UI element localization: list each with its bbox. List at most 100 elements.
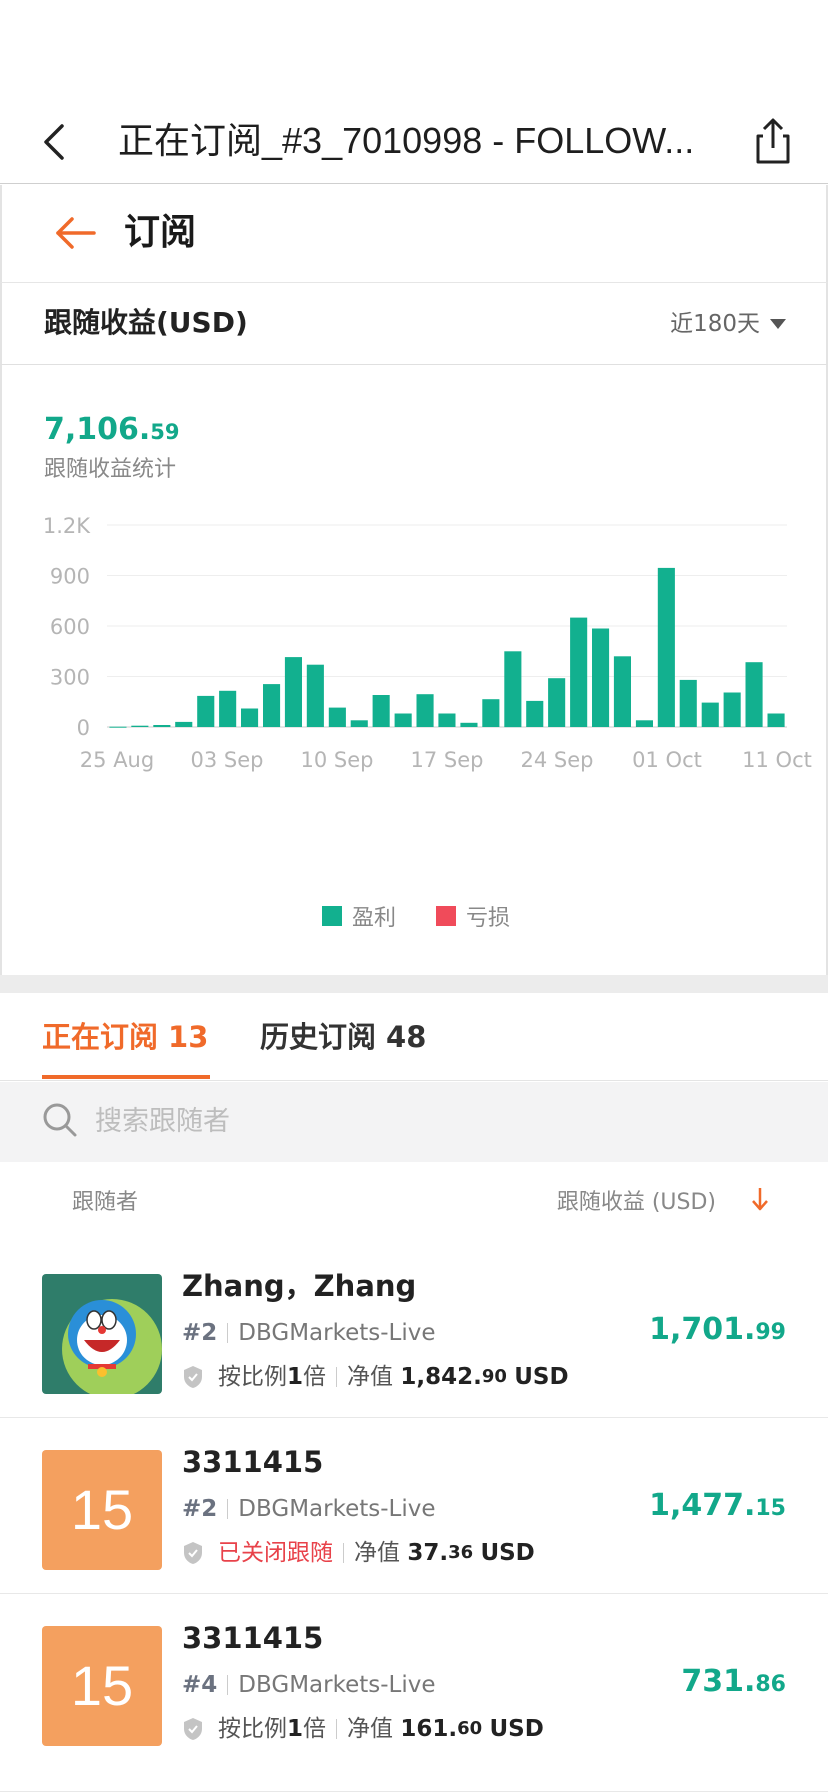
follower-row[interactable]: 15 3311415 #4 DBGMarkets-Live 按比例 1 倍 净值 1… <box>0 1594 828 1792</box>
chart-bar[interactable] <box>241 708 259 728</box>
chart-bar[interactable] <box>701 702 719 727</box>
chart-bar[interactable] <box>570 617 588 727</box>
earnings-main: 1,477. <box>649 1488 756 1523</box>
chart-bar[interactable] <box>350 720 368 727</box>
tab-active-subscriptions[interactable]: 正在订阅 13 <box>42 1017 208 1057</box>
sort-down-icon[interactable] <box>748 1184 772 1214</box>
legend-label-loss: 亏损 <box>466 906 511 931</box>
y-tick-label: 1.2K <box>43 515 91 538</box>
copy-info: 按比例 1 倍 净值 1,842. 90 USD <box>182 1360 569 1394</box>
subscription-tabs: 正在订阅 13 历史订阅 48 <box>0 993 828 1081</box>
chart-bar[interactable] <box>438 713 456 728</box>
chart-bar[interactable] <box>394 713 412 728</box>
search-input[interactable]: 搜索跟随者 <box>95 1102 230 1142</box>
copy-mode-prefix: 按比例 <box>218 1716 287 1742</box>
chart-bar[interactable] <box>548 678 566 727</box>
copy-mode-suffix: 倍 <box>303 1364 327 1390</box>
x-tick-label: 24 Sep <box>521 748 594 772</box>
chart-bar[interactable] <box>131 725 149 727</box>
chevron-left-icon[interactable] <box>34 120 78 164</box>
chart-bar[interactable] <box>767 713 785 728</box>
avatar: 15 <box>42 1450 162 1570</box>
total-earnings-decimal: 59 <box>150 420 180 444</box>
y-tick-label: 0 <box>77 716 90 740</box>
total-earnings: 7,106.59 <box>44 410 180 452</box>
chart-bar[interactable] <box>723 692 741 728</box>
equity-decimal: 36 <box>448 1542 474 1563</box>
chart-bar[interactable] <box>745 662 763 727</box>
chart-bar[interactable] <box>284 657 302 727</box>
share-icon[interactable] <box>748 116 798 166</box>
chart-bar[interactable] <box>526 700 544 727</box>
range-dropdown[interactable]: 近180天 <box>670 307 786 341</box>
divider <box>227 1675 229 1695</box>
divider <box>336 1719 338 1739</box>
x-tick-label: 25 Aug <box>80 748 154 772</box>
arrow-left-icon[interactable] <box>52 213 100 253</box>
y-tick-label: 900 <box>50 565 90 589</box>
copy-info: 已关闭跟随 净值 37. 36 USD <box>182 1536 535 1570</box>
earnings-main: 1,701. <box>649 1312 756 1347</box>
x-tick-label: 17 Sep <box>411 748 484 772</box>
earnings-bar-chart: 0 300 600 900 1.2K 25 Aug 03 Sep 10 Sep 17 Sep 24… <box>43 515 812 772</box>
shield-icon <box>184 1366 202 1388</box>
follower-name: Zhang，Zhang <box>182 1269 417 1303</box>
avatar <box>42 1274 162 1394</box>
equity-label: 净值 <box>354 1540 400 1566</box>
follower-row[interactable]: Zhang，Zhang #2 DBGMarkets-Live 按比例 1 倍 净值 … <box>0 1242 828 1418</box>
list-header: 跟随者 跟随收益 (USD) <box>0 1162 828 1242</box>
legend-label-profit: 盈利 <box>351 906 396 931</box>
x-tick-label: 11 Oct <box>742 748 812 772</box>
chart-bar[interactable] <box>372 695 390 727</box>
chart-bar[interactable] <box>219 690 237 727</box>
caret-down-icon <box>770 319 786 329</box>
chart-bar[interactable] <box>613 656 631 727</box>
y-tick-label: 600 <box>50 615 90 639</box>
chart-bar[interactable] <box>657 567 675 727</box>
server-name: DBGMarkets-Live <box>238 1320 436 1346</box>
chart-bar[interactable] <box>328 707 346 727</box>
chart-bar[interactable] <box>109 726 127 728</box>
chart-bar[interactable] <box>679 679 697 727</box>
chart-bar[interactable] <box>592 628 610 728</box>
x-tick-label: 10 Sep <box>301 748 374 772</box>
account-rank: #2 <box>182 1496 218 1522</box>
earnings-label: 跟随收益(USD) <box>44 306 248 339</box>
copy-closed-status: 已关闭跟随 <box>218 1540 333 1566</box>
search-bar[interactable]: 搜索跟随者 <box>0 1082 828 1162</box>
copy-info: 按比例 1 倍 净值 161. 60 USD <box>182 1712 544 1746</box>
earnings-decimal: 86 <box>755 1672 786 1697</box>
account-rank: #2 <box>182 1320 218 1346</box>
column-earnings[interactable]: 跟随收益 (USD) <box>557 1184 716 1216</box>
section-divider <box>0 975 828 993</box>
chart-bar[interactable] <box>635 720 653 727</box>
chart-bar[interactable] <box>153 725 171 727</box>
equity-unit: USD <box>489 1716 544 1742</box>
divider <box>336 1367 338 1387</box>
earnings-chart-card: 7,106.59 跟随收益统计 0 300 600 900 1.2K 25 Aug 03 S… <box>0 365 828 975</box>
equity-decimal: 90 <box>481 1366 507 1387</box>
legend-item-profit: 盈利 <box>321 900 396 932</box>
y-tick-label: 300 <box>50 666 90 690</box>
chart-bar[interactable] <box>306 664 324 727</box>
x-tick-label: 01 Oct <box>632 748 702 772</box>
follower-row[interactable]: 15 3311415 #2 DBGMarkets-Live 已关闭跟随 净值 3… <box>0 1418 828 1594</box>
chart-bar[interactable] <box>197 695 215 727</box>
chart-bar[interactable] <box>263 684 281 727</box>
column-follower: 跟随者 <box>72 1190 139 1215</box>
divider <box>227 1499 229 1519</box>
page-title: 正在订阅_#3_7010998 - FOLLOW... <box>118 120 695 161</box>
tab-history-subscriptions[interactable]: 历史订阅 48 <box>260 1017 426 1057</box>
chart-bar[interactable] <box>482 699 500 727</box>
avatar: 15 <box>42 1626 162 1746</box>
chart-bar[interactable] <box>504 651 522 728</box>
equity-label: 净值 <box>347 1364 394 1390</box>
earnings-main: 731. <box>681 1664 756 1699</box>
chart-bar[interactable] <box>460 722 478 727</box>
follower-earnings: 1,477.15 <box>649 1486 786 1529</box>
chart-bar[interactable] <box>175 721 193 727</box>
follower-earnings: 731.86 <box>681 1662 786 1705</box>
chart-bar[interactable] <box>416 694 434 727</box>
tab-history-label: 历史订阅 <box>260 1020 377 1054</box>
copy-mode-suffix: 倍 <box>303 1716 327 1742</box>
